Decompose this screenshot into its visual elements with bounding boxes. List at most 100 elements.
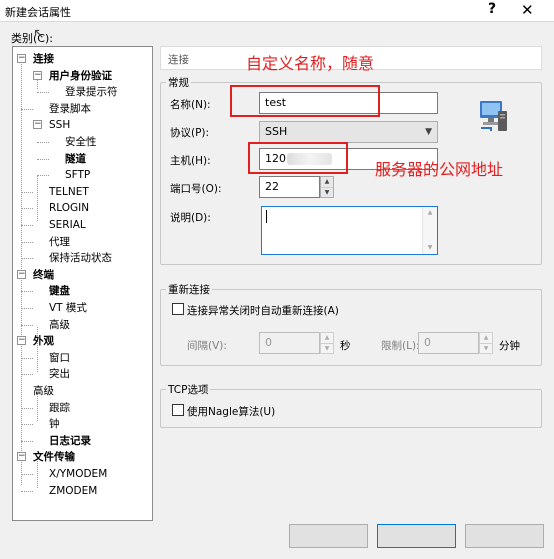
close-icon[interactable]: ✕ [521,1,534,19]
chevron-down-icon: ▼ [425,127,432,137]
panel-header-title: 连接 [168,54,189,66]
collapse-icon[interactable]: − [17,336,26,346]
tree-branch-line [21,308,33,309]
tree-branch-line [21,208,33,210]
tree-branch-line [21,374,33,376]
tree-branch-line [21,357,33,359]
tree-branch-line [37,142,49,143]
category-tree[interactable]: − 连接 − 用户身份验证 登录提示符 登录脚本 − SSH 安全性 隧道 SFTP TELNET RL… [12,46,153,521]
interval-stepper[interactable]: ▲ ▼ [320,332,334,354]
tree-item[interactable]: 跟踪 [49,400,70,416]
tree-item[interactable]: SERIAL [49,217,86,233]
tree-branch-line [37,158,49,160]
tree-item[interactable]: VT 模式 [49,300,87,316]
scroll-up-icon[interactable]: ▲ [423,207,437,219]
description-label: 说明(D): [170,212,211,224]
tree-item[interactable]: 窗口 [49,350,70,366]
name-highlight-box [230,85,380,117]
limit-label: 限制(L): [381,340,420,352]
tree-guide-line [37,175,38,221]
ok-button[interactable] [289,524,368,548]
mouse-cursor-icon: ↖ [33,26,45,42]
description-scrollbar[interactable]: ▲ ▼ [422,207,437,254]
text-caret [266,210,267,223]
down-arrow-icon[interactable]: ▼ [321,187,333,197]
tree-item[interactable]: 安全性 [65,134,97,150]
tree-branch-line [21,440,33,442]
port-input[interactable]: 22 [259,176,320,198]
nagle-checkbox[interactable] [172,404,184,416]
tree-item[interactable]: 日志记录 [49,433,91,449]
limit-unit: 分钟 [499,340,520,352]
cancel-button[interactable] [377,524,456,548]
tree-item[interactable]: TELNET [49,184,89,200]
tree-branch-line [21,474,33,475]
tree-item[interactable]: SFTP [65,167,90,183]
tree-item[interactable]: 终端 [33,267,54,283]
reconnect-group [160,289,542,366]
scroll-down-icon[interactable]: ▼ [423,242,437,254]
tree-item[interactable]: 外观 [33,333,54,349]
tree-item[interactable]: 高级 [33,383,54,399]
collapse-icon[interactable]: − [17,54,26,63]
tree-branch-line [21,407,33,409]
collapse-icon[interactable]: − [17,452,26,462]
tree-item[interactable]: 突出 [49,366,70,382]
tree-branch-line [21,324,33,326]
reconnect-group-label: 重新连接 [166,282,212,297]
tree-item[interactable]: 文件传输 [33,449,75,465]
collapse-icon[interactable]: − [33,120,42,130]
tree-item[interactable]: X/YMODEM [49,466,107,482]
tree-branch-line [21,225,33,226]
tree-branch-line [21,424,33,426]
down-arrow-icon[interactable]: ▼ [480,343,492,353]
tree-item[interactable]: 保持活动状态 [49,250,112,266]
help-icon[interactable]: ? [488,1,496,17]
collapse-icon[interactable]: − [33,70,42,80]
tree-item[interactable]: 登录提示符 [65,84,118,100]
protocol-value: SSH [265,125,288,138]
category-label: 类别(C): [11,32,53,45]
tree-item[interactable]: 连接 [33,51,54,67]
tree-branch-line [37,175,49,177]
port-label: 端口号(O): [170,183,222,195]
tcp-group-label: TCP选项 [166,382,211,397]
tree-item[interactable]: 用户身份验证 [49,68,112,84]
apply-button[interactable] [465,524,544,548]
auto-reconnect-label[interactable]: 连接异常关闭时自动重新连接(A) [187,303,339,318]
up-arrow-icon[interactable]: ▲ [480,333,492,343]
collapse-icon[interactable]: − [17,269,26,279]
name-annotation: 自定义名称，随意 [246,54,375,73]
tree-item[interactable]: 高级 [49,317,70,333]
auto-reconnect-checkbox[interactable] [172,303,184,315]
interval-input[interactable]: 0 [259,332,320,354]
down-arrow-icon[interactable]: ▼ [321,343,333,353]
tree-branch-line [21,490,33,492]
port-stepper[interactable]: ▲ ▼ [320,176,334,198]
tree-item[interactable]: RLOGIN [49,200,89,216]
tree-item[interactable]: 隧道 [65,151,86,167]
host-highlight-box [248,142,348,174]
interval-label: 间隔(V): [187,340,227,352]
interval-unit: 秒 [340,340,351,352]
general-group-label: 常规 [166,75,191,90]
tree-item[interactable]: 登录脚本 [49,101,91,117]
limit-input[interactable]: 0 [418,332,479,354]
tree-branch-line [21,108,33,110]
limit-stepper[interactable]: ▲ ▼ [479,332,493,354]
up-arrow-icon[interactable]: ▲ [321,333,333,343]
tree-item[interactable]: 键盘 [49,283,70,299]
tree-item[interactable]: SSH [49,117,70,133]
nagle-label[interactable]: 使用Nagle算法(U) [187,404,275,419]
description-input[interactable]: ▲ ▼ [261,206,438,255]
title-bar: 新建会话属性 ? ✕ [0,0,554,22]
protocol-select[interactable]: SSH ▼ [259,121,438,143]
host-label: 主机(H): [170,155,211,167]
up-arrow-icon[interactable]: ▲ [321,177,333,187]
tree-item[interactable]: ZMODEM [49,483,97,499]
window-title: 新建会话属性 [5,6,71,19]
tree-item[interactable]: 代理 [49,234,70,250]
tree-branch-line [21,191,33,193]
tree-branch-line [21,258,33,260]
tree-item[interactable]: 钟 [49,416,60,432]
